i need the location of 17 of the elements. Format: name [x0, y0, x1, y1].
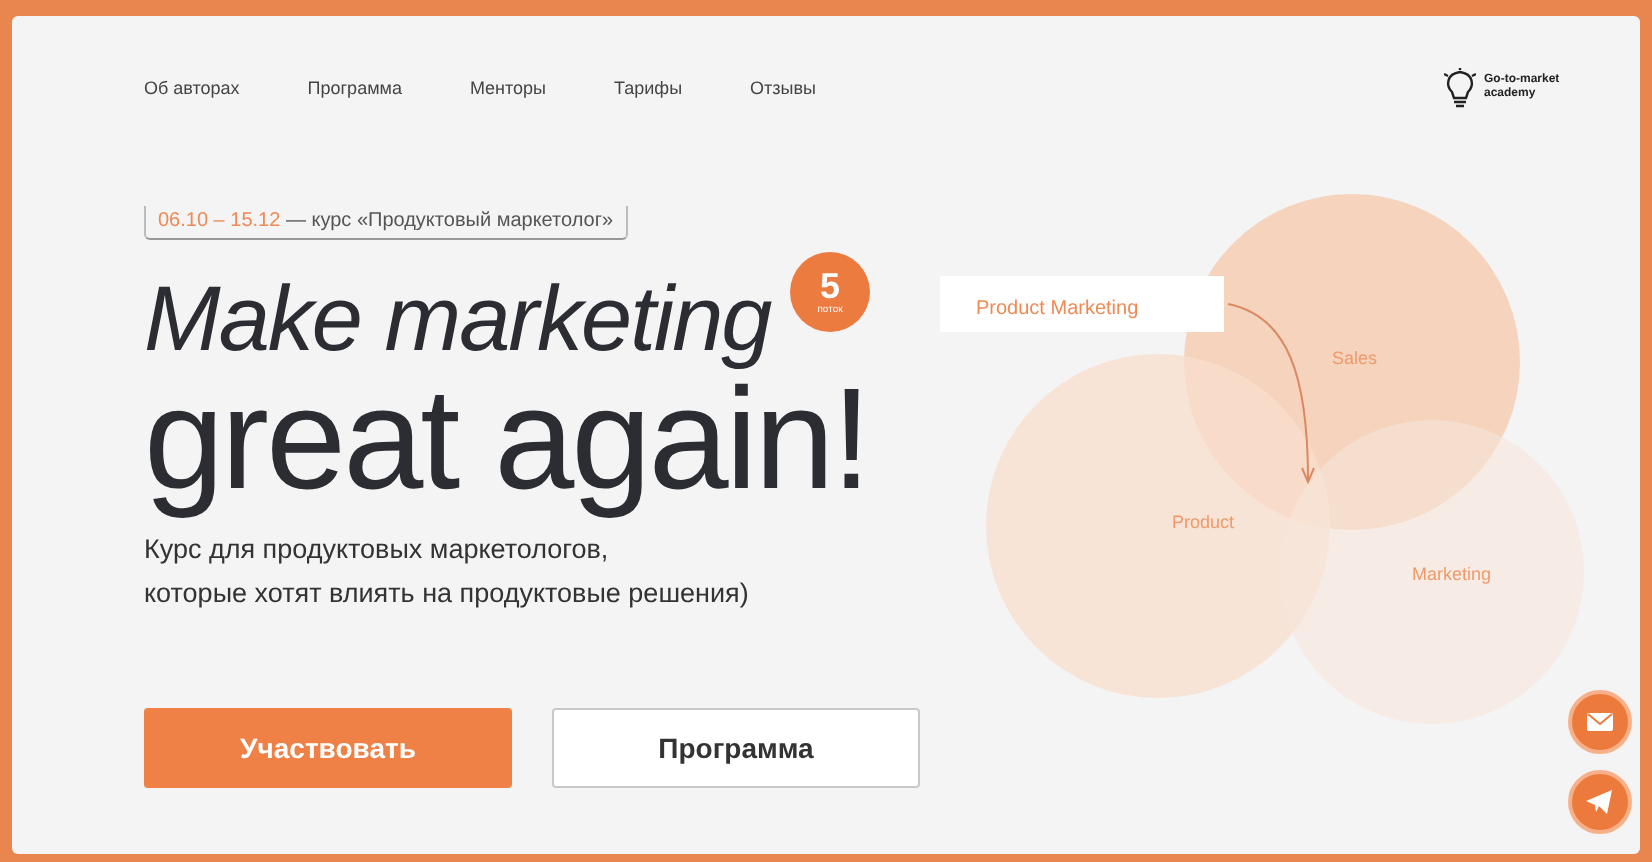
lightbulb-icon: [1444, 68, 1476, 108]
callout-label: Product Marketing: [976, 298, 1139, 320]
mail-button[interactable]: [1568, 690, 1632, 754]
nav-link[interactable]: Менторы: [469, 78, 547, 98]
nav-link[interactable]: Отзывы: [750, 78, 817, 98]
circle-label: Product: [1172, 512, 1235, 532]
nav-link[interactable]: Об авторах: [144, 78, 240, 98]
program-button[interactable]: Программа: [552, 708, 920, 788]
circle-label: Marketing: [1412, 564, 1492, 584]
nav-link[interactable]: Тарифы: [614, 78, 683, 98]
subtitle: Курс для продуктовых маркетологов, которые хотят влиять на продуктовые решения): [144, 532, 751, 612]
telegram-button[interactable]: [1568, 770, 1632, 834]
nav-link[interactable]: Программа: [307, 78, 402, 98]
course-dates-label: 06.10 – 15.12 — курс «Продуктовый маркетолог»: [144, 206, 628, 240]
circle-label: Sales: [1332, 348, 1378, 368]
mail-icon: [1586, 712, 1614, 732]
paper-plane-icon: [1586, 790, 1614, 814]
